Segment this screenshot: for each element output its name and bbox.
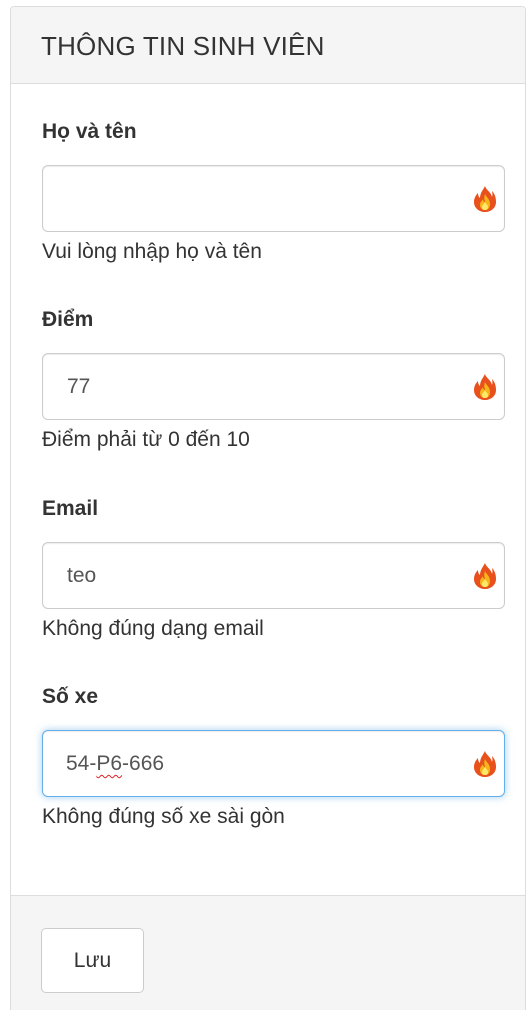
email-help-text: Không đúng dạng email (42, 617, 264, 640)
score-help-text: Điểm phải từ 0 đến 10 (42, 428, 250, 451)
score-label: Điểm (42, 308, 94, 331)
email-label: Email (42, 497, 99, 520)
panel-title: THÔNG TIN SINH VIÊN (11, 7, 525, 84)
fullname-input-wrap (42, 165, 505, 232)
email-input-wrap (42, 542, 505, 609)
plate-input-wrap: 54-P6-666 (42, 730, 505, 797)
form-group-plate: Số xe 54-P6-666 Không đúng số xe sài gòn (42, 685, 505, 829)
fire-icon (473, 373, 497, 401)
email-input[interactable] (42, 542, 505, 609)
fire-icon (473, 750, 497, 778)
panel-footer: Lưu (11, 895, 525, 1010)
fullname-input[interactable] (42, 165, 505, 232)
form-group-email: Email Không đúng dạng email (42, 497, 505, 641)
fire-icon (473, 562, 497, 590)
plate-label: Số xe (42, 685, 99, 708)
plate-input[interactable] (42, 730, 505, 797)
fullname-help-text: Vui lòng nhập họ và tên (42, 240, 262, 263)
fullname-label: Họ và tên (42, 120, 137, 143)
score-input-wrap (42, 353, 505, 420)
score-input[interactable] (42, 353, 505, 420)
plate-help-text: Không đúng số xe sài gòn (42, 805, 285, 828)
form-group-score: Điểm Điểm phải từ 0 đến 10 (42, 308, 505, 452)
fire-icon (473, 185, 497, 213)
form-group-fullname: Họ và tên Vui lòng nhập họ và tên (42, 120, 505, 264)
save-button[interactable]: Lưu (41, 928, 144, 993)
student-info-panel: THÔNG TIN SINH VIÊN Họ và tên Vui lòng n… (10, 6, 526, 1010)
